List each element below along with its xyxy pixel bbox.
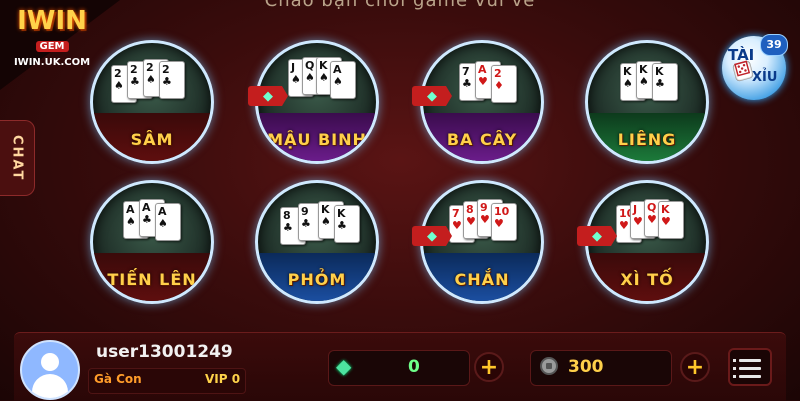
avatar[interactable] — [20, 340, 80, 400]
cards-icon: 2 ♠ 2 ♣ 2 ♠ 2 ♣ — [109, 55, 195, 117]
game-label: BA CÂY — [446, 130, 518, 149]
gem-badge: ◆ — [248, 86, 288, 106]
cards-icon: 7 ♥ 8 ♥ 9 ♥ 10 ♥ — [439, 195, 525, 257]
username: user13001249 — [96, 342, 233, 362]
chat-tab[interactable]: CHAT — [0, 120, 35, 196]
cards-icon: 8 ♣ 9 ♣ K ♠ K ♣ — [274, 195, 360, 257]
gem-badge: ◆ — [412, 86, 452, 106]
game-phom[interactable]: 8 ♣ 9 ♣ K ♠ K ♣ PHỎM — [255, 180, 379, 304]
chat-tab-label: CHAT — [9, 134, 25, 182]
plus-icon: + — [479, 354, 499, 380]
chip-icon — [540, 357, 558, 375]
gem-badge: ◆ — [412, 226, 452, 246]
cards-icon: A ♠ A ♣ A ♠ — [109, 195, 195, 257]
taixiu-label-top: TÀI — [728, 46, 755, 64]
gem-balance: 0 — [408, 357, 420, 377]
gem-icon: ◆ — [427, 88, 437, 104]
gem-icon: ◆ — [427, 228, 437, 244]
logo-sub: GEM — [35, 41, 69, 52]
greeting: Chào bạn chơi game vui vẻ — [264, 0, 536, 11]
game-tien-len[interactable]: A ♠ A ♣ A ♠ TIẾN LÊN — [90, 180, 214, 304]
plus-icon: + — [685, 354, 705, 380]
gem-icon: ◆ — [336, 354, 352, 378]
gem-icon: ◆ — [592, 228, 602, 244]
game-label: CHẮN — [454, 270, 510, 289]
cards-icon: 10 ♥ J ♥ Q ♥ K ♥ — [604, 195, 690, 257]
taixiu-label-bottom: XỈU — [752, 70, 778, 85]
game-label: SÂM — [130, 130, 174, 149]
game-label: TIẾN LÊN — [107, 270, 197, 289]
cards-icon: J ♠ Q ♠ K ♠ A ♠ — [274, 55, 360, 117]
logo-main: IWIN — [17, 6, 87, 36]
logo[interactable]: IWIN GEM IWIN.UK.COM — [8, 8, 96, 68]
game-label: XÌ TỐ — [620, 270, 674, 289]
taixiu-count-badge: 39 — [760, 34, 788, 56]
user-rank: Gà Con — [94, 372, 142, 386]
game-label: LIÊNG — [617, 130, 677, 149]
user-vip: VIP 0 — [205, 372, 241, 386]
menu-button[interactable] — [728, 348, 772, 386]
game-label: MẬU BINH — [267, 130, 367, 149]
cards-icon: 7 ♣ A ♥ 2 ♦ — [439, 55, 525, 117]
add-gems-button[interactable]: + — [474, 352, 504, 382]
cards-icon: K ♠ K ♠ K ♣ — [604, 55, 690, 117]
game-label: PHỎM — [287, 270, 347, 289]
gem-icon: ◆ — [263, 88, 273, 104]
gem-badge: ◆ — [577, 226, 617, 246]
add-chips-button[interactable]: + — [680, 352, 710, 382]
chip-balance: 300 — [568, 357, 604, 377]
game-lieng[interactable]: K ♠ K ♠ K ♣ LIÊNG — [585, 40, 709, 164]
game-sam[interactable]: 2 ♠ 2 ♣ 2 ♠ 2 ♣ SÂM — [90, 40, 214, 164]
logo-url: IWIN.UK.COM — [13, 57, 91, 68]
taixiu-button[interactable]: TÀI XỈU 39 — [722, 34, 788, 100]
